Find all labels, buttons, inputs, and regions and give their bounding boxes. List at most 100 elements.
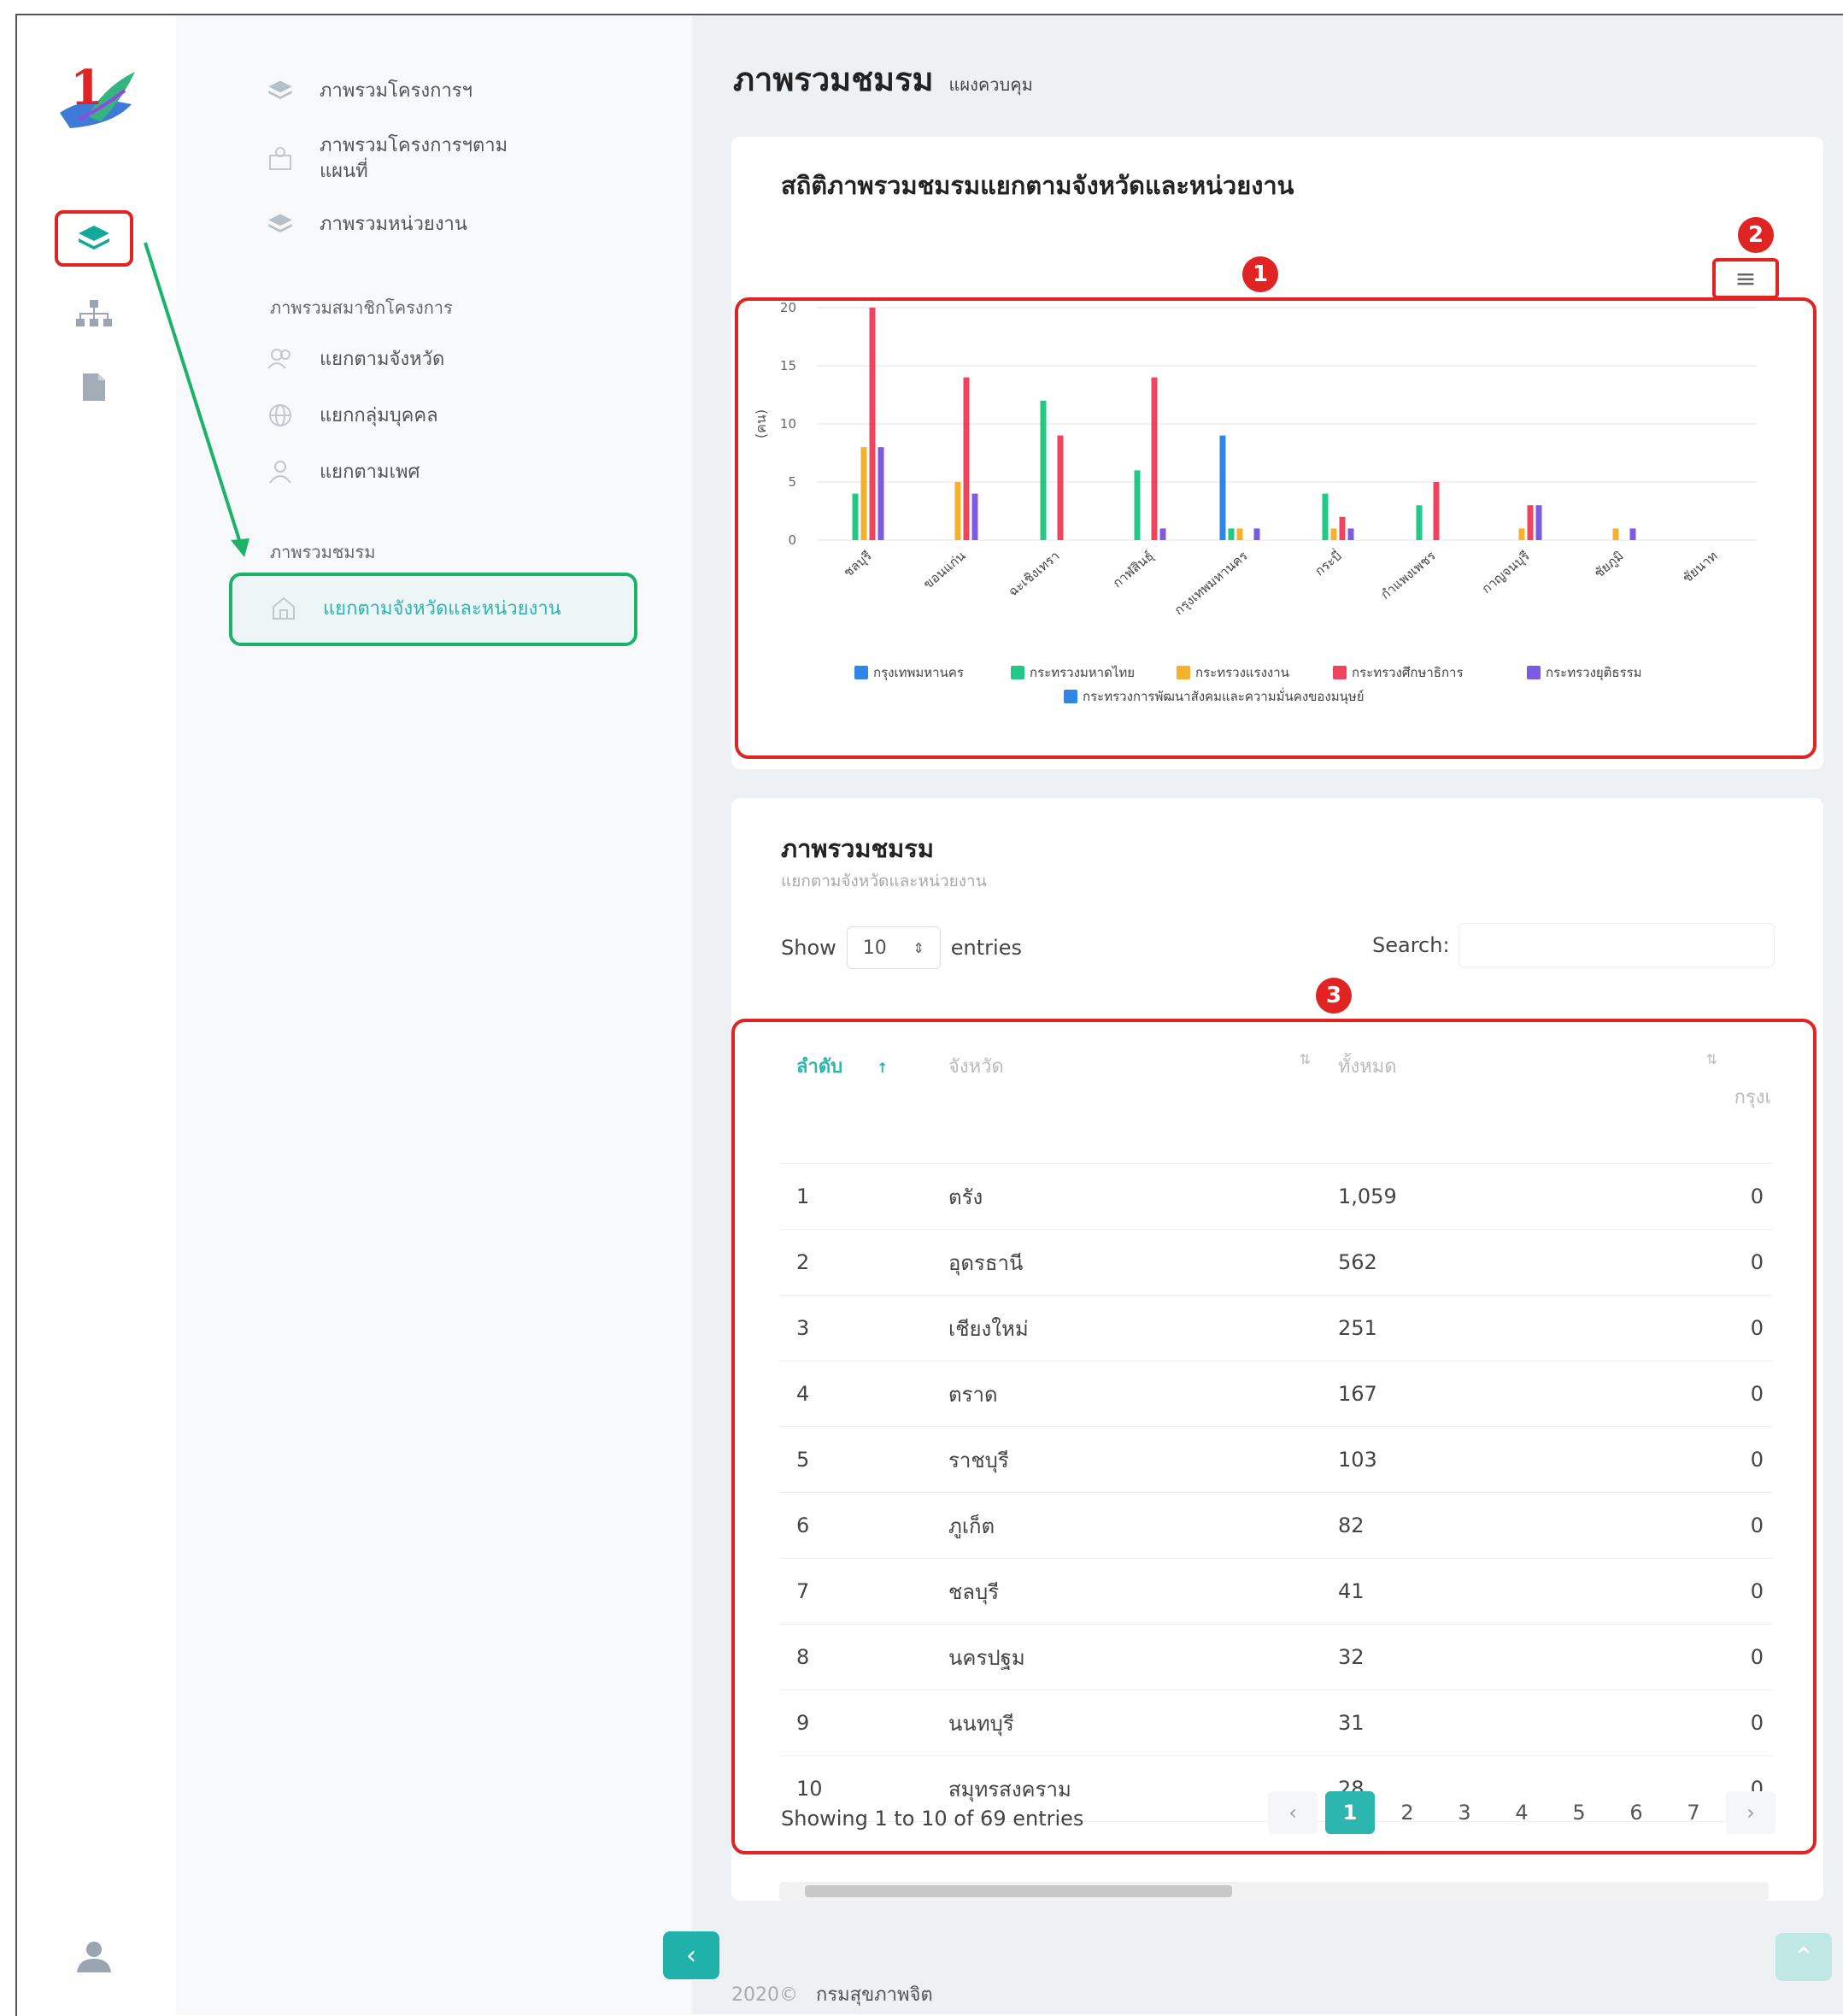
bar (1347, 528, 1354, 540)
entries-select[interactable]: 10 ⇕ (846, 926, 941, 969)
legend-swatch (1527, 666, 1541, 679)
x-tick-label: ชัยภูมิ (1591, 548, 1626, 581)
scrollbar-thumb[interactable] (805, 1885, 1232, 1897)
bar (1057, 435, 1064, 540)
bar-chart: 0 5 10 15 20 (คน) ชลบุรี ขอนแก่น ฉะเชิงเทรา กาฬสิ… (753, 300, 1757, 705)
table-row: 6 ภูเก็ต 82 0 (779, 1492, 1772, 1559)
legend-label: กระทรวงมหาดไทย (1030, 665, 1135, 680)
table-row: 8 นครปฐม 32 0 (779, 1624, 1772, 1690)
cell-index: 4 (779, 1361, 948, 1427)
cell-province: ชลบุรี (948, 1558, 1337, 1625)
marker-3: 3 (1316, 978, 1352, 1014)
legend-label: กระทรวงแรงงาน (1195, 665, 1289, 680)
cell-index: 5 (779, 1426, 948, 1493)
table-card-title: ภาพรวมชมรม (781, 834, 934, 863)
cell-total: 31 (1337, 1690, 1727, 1756)
cell-province: ราชบุรี (948, 1426, 1337, 1493)
cell-index: 8 (779, 1624, 948, 1690)
cell-index: 2 (779, 1229, 948, 1296)
bar (1151, 377, 1158, 540)
y-tick-label: 5 (788, 474, 796, 490)
table-header-row: ลำดับ ↑ จังหวัด ⇅ ทั้งหมด ⇅ กรุงเ (779, 1037, 1772, 1164)
sidebar-item-label: ภาพรวมโครงการฯ (320, 80, 472, 102)
y-tick-label: 10 (780, 416, 796, 432)
bar (1322, 493, 1329, 540)
legend-label: กระทรวงยุติธรรม (1546, 665, 1642, 681)
page-button[interactable]: 1 (1325, 1791, 1375, 1834)
x-tick-label: กรุงเทพมหานคร (1171, 548, 1251, 619)
bar (1330, 528, 1337, 540)
bar (1228, 528, 1235, 540)
page-button[interactable]: 2 (1382, 1791, 1432, 1834)
table-row: 5 ราชบุรี 103 0 (779, 1426, 1772, 1493)
cell-province: ตรัง (948, 1163, 1337, 1230)
page-button[interactable]: 5 (1554, 1791, 1604, 1834)
x-tick-label: กาญจนบุรี (1479, 548, 1533, 597)
x-tick-label: กำแพงเพชร (1378, 548, 1439, 602)
column-header-total[interactable]: ทั้งหมด ⇅ (1337, 1037, 1727, 1164)
search-input[interactable] (1458, 923, 1775, 967)
bar (869, 308, 876, 540)
y-tick-label: 0 (788, 532, 796, 548)
chevron-up-icon: ⌃ (1793, 1942, 1815, 1972)
cell-total: 32 (1337, 1624, 1727, 1690)
bar (963, 377, 970, 540)
search-box: Search: (1372, 923, 1775, 967)
column-header-bangkok[interactable]: กรุงเ (1727, 1037, 1772, 1164)
scroll-to-top-button[interactable]: ⌃ (1776, 1933, 1832, 1981)
page-button[interactable]: 7 (1669, 1791, 1718, 1834)
chart-card: สถิติภาพรวมชมรมแยกตามจังหวัดและหน่วยงาน … (731, 137, 1823, 769)
cell-index: 6 (779, 1492, 948, 1559)
x-tick-label: กาฬสินธุ์ (1110, 548, 1157, 591)
cell-total: 167 (1337, 1361, 1727, 1427)
column-header-province[interactable]: จังหวัด ⇅ (948, 1037, 1337, 1164)
cell-total: 41 (1337, 1558, 1727, 1625)
cell-index: 7 (779, 1558, 948, 1625)
cell-bangkok: 0 (1727, 1690, 1772, 1756)
show-entries: Show 10 ⇕ entries (781, 926, 1022, 969)
bar (1339, 516, 1346, 540)
legend-swatch (1177, 666, 1190, 679)
cell-bangkok: 0 (1727, 1229, 1772, 1296)
chevron-left-icon: ‹ (686, 1940, 696, 1971)
column-header-index[interactable]: ลำดับ ↑ (779, 1037, 948, 1164)
search-label: Search: (1372, 933, 1450, 957)
cell-province: เชียงใหม่ (948, 1295, 1337, 1361)
annotation-arrow (144, 242, 249, 557)
footer-year: 2020© (731, 1984, 798, 2006)
cell-total: 251 (1337, 1295, 1727, 1361)
legend-swatch (854, 666, 868, 679)
user-profile-button[interactable] (75, 1940, 113, 1978)
x-tick-label: กระบี่ (1311, 547, 1344, 579)
cell-bangkok: 0 (1727, 1492, 1772, 1559)
page-button[interactable]: 6 (1611, 1791, 1661, 1834)
legend-label: กระทรวงการพัฒนาสังคมและความมั่นคงของมนุษ… (1083, 687, 1365, 705)
bar (860, 447, 867, 540)
bar (1629, 528, 1636, 540)
prev-page-button[interactable]: ‹ (1268, 1791, 1318, 1834)
collapse-sidebar-button[interactable]: ‹ (663, 1931, 719, 1979)
cell-index: 1 (779, 1163, 948, 1230)
table-row: 3 เชียงใหม่ 251 0 (779, 1295, 1772, 1361)
cell-total: 103 (1337, 1426, 1727, 1493)
pagination: ‹ 1234567 › (1268, 1791, 1783, 1834)
table-row: 7 ชลบุรี 41 0 (779, 1558, 1772, 1625)
sidebar-item-label: ภาพรวมโครงการฯตามแผนที่ (320, 135, 508, 182)
page-button[interactable]: 3 (1440, 1791, 1489, 1834)
next-page-button[interactable]: › (1726, 1791, 1776, 1834)
x-tick-label: ขอนแก่น (920, 548, 968, 591)
page-subtitle: แผงควบคุม (948, 74, 1033, 95)
x-tick-label: ชลบุรี (841, 548, 876, 580)
page-button[interactable]: 4 (1497, 1791, 1547, 1834)
bar (1433, 482, 1440, 540)
x-tick-label: ฉะเชิงเทรา (1006, 548, 1063, 599)
bar (1416, 505, 1423, 540)
cell-province: ภูเก็ต (948, 1492, 1337, 1559)
horizontal-scrollbar[interactable] (779, 1882, 1769, 1901)
footer-org: กรมสุขภาพจิต (816, 1984, 933, 2006)
data-table: ลำดับ ↑ จังหวัด ⇅ ทั้งหมด ⇅ กรุงเ 1 ตรัง 1,05… (779, 1037, 1772, 1822)
table-row: 9 นนทบุรี 31 0 (779, 1690, 1772, 1756)
table-card: ภาพรวมชมรม แยกตามจังหวัดและหน่วยงาน Show… (731, 798, 1823, 1901)
table-row: 2 อุดรธานี 562 0 (779, 1229, 1772, 1296)
bar (1527, 505, 1534, 540)
